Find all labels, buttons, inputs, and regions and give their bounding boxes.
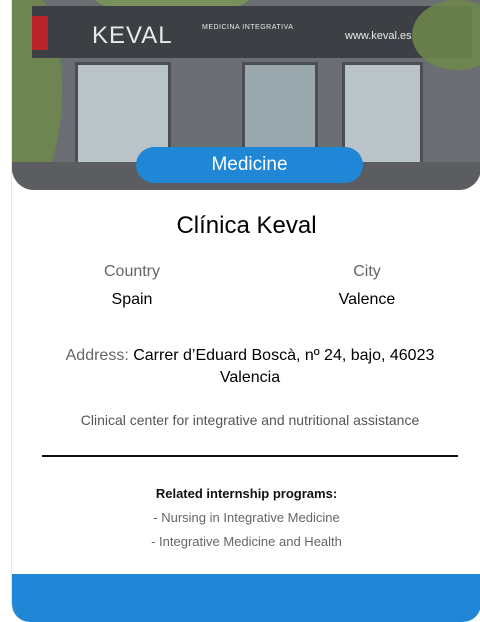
category-badge[interactable]: Medicine bbox=[136, 147, 363, 183]
country-label: Country bbox=[103, 263, 161, 280]
clinic-title: Clínica Keval bbox=[176, 212, 317, 239]
address-label: Address: bbox=[65, 347, 129, 364]
sign-brand-text: KEVAL bbox=[92, 22, 173, 49]
city-label: City bbox=[353, 263, 381, 280]
city-value: Valence bbox=[338, 291, 396, 308]
related-programs-heading: Related internship programs: bbox=[155, 486, 338, 501]
divider bbox=[42, 455, 458, 457]
clinic-description: Clinical center for integrative and nutr… bbox=[80, 412, 420, 428]
address-value: Carrer d’Eduard Boscà, nº 24, bajo, 4602… bbox=[133, 347, 435, 386]
sign-red-mark bbox=[32, 16, 48, 50]
sign-sub-text: MEDICINA INTEGRATIVA bbox=[202, 24, 294, 31]
card-footer-bar[interactable] bbox=[12, 574, 480, 622]
address: Address: Carrer d’Eduard Boscà, nº 24, b… bbox=[52, 345, 448, 389]
related-program-item[interactable]: - Integrative Medicine and Health bbox=[12, 534, 480, 549]
related-program-item[interactable]: - Nursing in Integrative Medicine bbox=[12, 510, 480, 525]
sign-web-text: www.keval.es bbox=[345, 30, 412, 42]
clinic-card[interactable]: KEVAL MEDICINA INTEGRATIVA www.keval.es … bbox=[11, 0, 480, 622]
country-value: Spain bbox=[111, 291, 153, 308]
